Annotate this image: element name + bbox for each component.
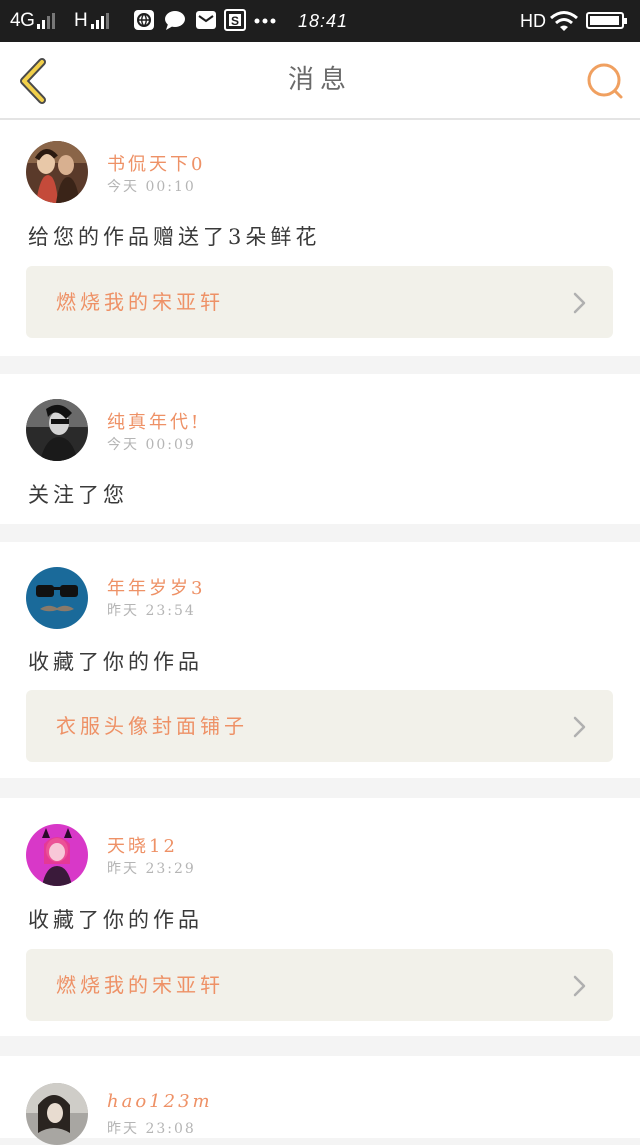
work-title: 衣服头像封面铺子 [56, 714, 248, 738]
username[interactable]: 天晓12 [107, 832, 178, 858]
battery-icon [586, 12, 627, 29]
avatar[interactable] [26, 824, 88, 886]
work-link[interactable]: 燃烧我的宋亚轩 [26, 266, 613, 338]
message-text: 关注了您 [28, 483, 128, 507]
username[interactable]: 书侃天下0 [107, 150, 205, 176]
work-link[interactable]: 衣服头像封面铺子 [26, 690, 613, 762]
timestamp: 今天 00:09 [107, 437, 196, 453]
mail-icon [196, 11, 216, 29]
username[interactable]: 纯真年代! [107, 408, 201, 434]
signal-bars-icon [37, 12, 57, 29]
chat-icon [165, 11, 185, 30]
wifi-icon [550, 11, 578, 31]
message-text: 收藏了你的作品 [28, 650, 203, 674]
work-title: 燃烧我的宋亚轩 [56, 290, 224, 314]
work-link[interactable]: 燃烧我的宋亚轩 [26, 949, 613, 1021]
status-bar: 4G H S 18:41 HD [0, 0, 640, 42]
more-dots-icon [254, 18, 276, 24]
network-type: 4G [10, 10, 35, 31]
message-text: 收藏了你的作品 [28, 908, 203, 932]
chevron-right-icon [573, 716, 586, 738]
page-title: 消息 [287, 65, 352, 95]
chevron-right-icon [573, 975, 586, 997]
username[interactable]: 年年岁岁3 [107, 574, 205, 600]
work-title: 燃烧我的宋亚轩 [56, 973, 224, 997]
top-nav-bar: 消息 [0, 42, 640, 120]
network-indicator: 4G [10, 0, 57, 42]
timestamp: 昨天 23:29 [107, 861, 196, 877]
message-card: 天晓12 昨天 23:29 收藏了你的作品 燃烧我的宋亚轩 [0, 798, 640, 1036]
message-card: 书侃天下0 今天 00:10 给您的作品赠送了3朵鲜花 燃烧我的宋亚轩 [0, 120, 640, 356]
avatar[interactable] [26, 399, 88, 461]
svg-text:S: S [231, 14, 239, 28]
timestamp: 昨天 23:54 [107, 603, 196, 619]
hd-label: HD [520, 11, 546, 31]
message-card: 纯真年代! 今天 00:09 关注了您 [0, 374, 640, 524]
avatar[interactable] [26, 567, 88, 629]
username[interactable]: hao123m [107, 1091, 213, 1112]
message-card: hao123m 昨天 23:08 [0, 1056, 640, 1145]
network-type-2: H [74, 10, 88, 31]
network-indicator-2: H [74, 0, 111, 42]
message-card: 年年岁岁3 昨天 23:54 收藏了你的作品 衣服头像封面铺子 [0, 542, 640, 778]
s-app-icon: S [224, 9, 246, 31]
avatar[interactable] [26, 1083, 88, 1145]
browser-icon [134, 10, 154, 30]
avatar[interactable] [26, 141, 88, 203]
chevron-right-icon [573, 292, 586, 314]
clock: 18:41 [298, 11, 349, 31]
message-text: 给您的作品赠送了3朵鲜花 [28, 225, 321, 249]
signal-bars-2-icon [90, 12, 111, 29]
timestamp: 昨天 23:08 [107, 1121, 196, 1137]
search-icon[interactable] [584, 60, 626, 102]
battery-level [590, 16, 619, 25]
timestamp: 今天 00:10 [107, 179, 196, 195]
